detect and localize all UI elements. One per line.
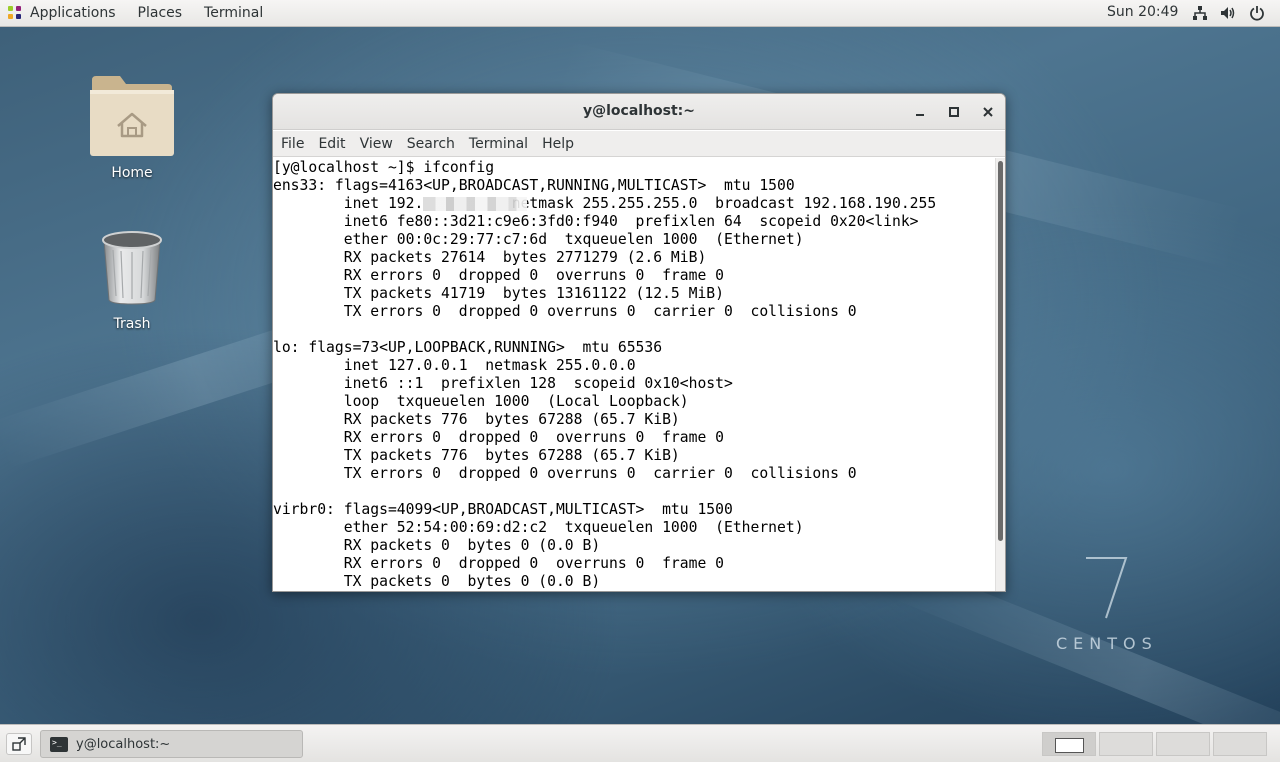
terminal-line: loop txqueuelen 1000 (Local Loopback) xyxy=(273,393,689,410)
volume-icon[interactable] xyxy=(1219,4,1237,22)
terminal-line: inet 192. netmask 255.255.255.0 broadcas… xyxy=(273,195,937,212)
centos-logo-icon xyxy=(8,6,22,20)
terminal-line: RX errors 0 dropped 0 overruns 0 frame 0 xyxy=(273,267,724,284)
home-folder-icon xyxy=(90,74,174,158)
redacted-ip-block xyxy=(423,197,527,211)
workspace-3[interactable] xyxy=(1156,732,1210,756)
terminal-line: RX packets 27614 bytes 2771279 (2.6 MiB) xyxy=(273,249,707,266)
terminal-line: [y@localhost ~]$ ifconfig xyxy=(273,159,495,176)
terminal-line: RX packets 776 bytes 67288 (65.7 KiB) xyxy=(273,411,680,428)
terminal-line: inet6 ::1 prefixlen 128 scopeid 0x10<hos… xyxy=(273,375,733,392)
trash-icon xyxy=(99,230,165,306)
show-desktop-button[interactable] xyxy=(6,733,32,755)
window-titlebar[interactable]: y@localhost:~ xyxy=(273,94,1005,130)
terminal-line: TX errors 0 dropped 0 overruns 0 carrier… xyxy=(273,303,857,320)
terminal-line: TX packets 776 bytes 67288 (65.7 KiB) xyxy=(273,447,680,464)
workspace-4[interactable] xyxy=(1213,732,1267,756)
menu-search[interactable]: Search xyxy=(400,131,462,157)
terminal-line: ether 52:54:00:69:d2:c2 txqueuelen 1000 … xyxy=(273,519,804,536)
desktop-icon-home[interactable]: Home xyxy=(77,74,187,184)
terminal-line: inet 127.0.0.1 netmask 255.0.0.0 xyxy=(273,357,636,374)
system-tray[interactable] xyxy=(1191,4,1266,22)
desktop-icon-label: Home xyxy=(111,165,153,181)
places-label: Places xyxy=(137,5,183,21)
desktop-icon-trash[interactable]: Trash xyxy=(77,230,187,335)
terminal-line: TX errors 0 dropped 0 overruns 0 carrier… xyxy=(273,465,857,482)
terminal-app-label: Terminal xyxy=(204,5,264,21)
terminal-line: lo: flags=73<UP,LOOPBACK,RUNNING> mtu 65… xyxy=(273,339,663,356)
maximize-icon[interactable] xyxy=(945,103,963,121)
terminal-output[interactable]: [y@localhost ~]$ ifconfig ens33: flags=41… xyxy=(273,158,995,591)
window-menubar: File Edit View Search Terminal Help xyxy=(273,131,1005,157)
network-icon[interactable] xyxy=(1191,4,1209,22)
show-desktop-icon xyxy=(12,737,26,751)
applications-label: Applications xyxy=(30,5,116,21)
terminal-window[interactable]: y@localhost:~ File Edit View Search Term… xyxy=(272,93,1006,592)
window-title: y@localhost:~ xyxy=(582,103,696,119)
power-icon[interactable] xyxy=(1248,4,1266,22)
terminal-line: RX errors 0 dropped 0 overruns 0 frame 0 xyxy=(273,555,724,572)
menu-view[interactable]: View xyxy=(353,131,400,157)
taskbar-item-label: y@localhost:~ xyxy=(76,736,171,752)
close-icon[interactable] xyxy=(979,103,997,121)
bottom-panel: >_ y@localhost:~ xyxy=(0,724,1280,762)
workspace-2[interactable] xyxy=(1099,732,1153,756)
clock[interactable]: Sun 20:49 xyxy=(1107,4,1178,20)
menu-help[interactable]: Help xyxy=(535,131,581,157)
desktop-icon-label: Trash xyxy=(113,316,151,332)
menu-terminal[interactable]: Terminal xyxy=(462,131,535,157)
terminal-line: virbr0: flags=4099<UP,BROADCAST,MULTICAS… xyxy=(273,501,733,518)
taskbar-item-terminal[interactable]: >_ y@localhost:~ xyxy=(40,730,303,758)
terminal-line: TX packets 0 bytes 0 (0.0 B) xyxy=(273,573,601,590)
workspace-1[interactable] xyxy=(1042,732,1096,756)
terminal-line: RX errors 0 dropped 0 overruns 0 frame 0 xyxy=(273,429,724,446)
places-menu[interactable]: Places xyxy=(126,0,193,27)
terminal-line: inet6 fe80::3d21:c9e6:3fd0:f940 prefixle… xyxy=(273,213,919,230)
terminal-scrollbar[interactable] xyxy=(995,158,1005,591)
centos-seven-logo xyxy=(1082,552,1132,622)
menu-file[interactable]: File xyxy=(273,131,311,157)
terminal-app-menu[interactable]: Terminal xyxy=(192,0,273,27)
terminal-app-icon: >_ xyxy=(50,736,68,752)
terminal-line: TX packets 41719 bytes 13161122 (12.5 Mi… xyxy=(273,285,724,302)
top-panel: Applications Places Terminal Sun 20:49 xyxy=(0,0,1280,27)
scrollbar-thumb[interactable] xyxy=(998,161,1003,541)
menu-edit[interactable]: Edit xyxy=(311,131,352,157)
terminal-line: ether 00:0c:29:77:c7:6d txqueuelen 1000 … xyxy=(273,231,804,248)
workspace-window-thumbnail xyxy=(1055,738,1084,753)
centos-wordmark: CENTOS xyxy=(1056,634,1158,653)
minimize-icon[interactable] xyxy=(911,103,929,121)
terminal-line: ens33: flags=4163<UP,BROADCAST,RUNNING,M… xyxy=(273,177,795,194)
terminal-line: RX packets 0 bytes 0 (0.0 B) xyxy=(273,537,601,554)
applications-menu[interactable]: Applications xyxy=(0,0,126,27)
